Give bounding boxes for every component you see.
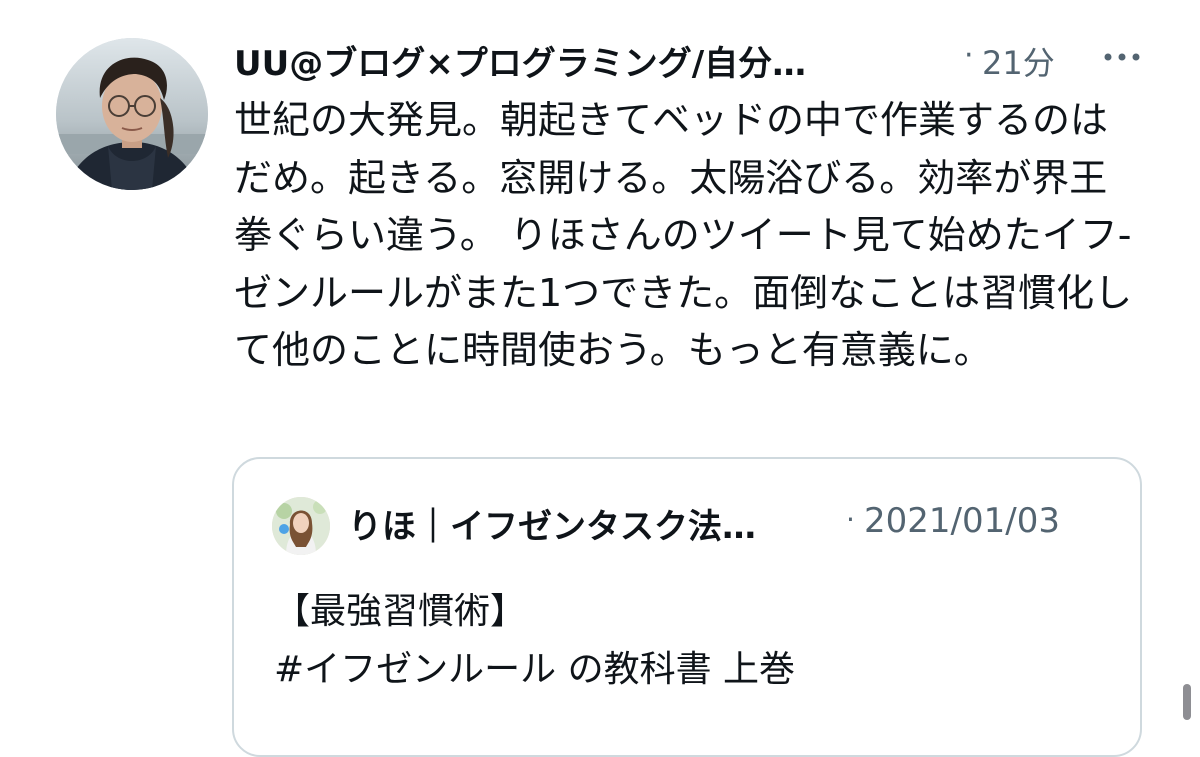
quoted-date[interactable]: 2021/01/03 <box>864 501 1060 541</box>
quoted-separator-dot: · <box>846 503 855 536</box>
scrollbar[interactable] <box>1183 684 1191 720</box>
quoted-avatar[interactable] <box>272 497 330 555</box>
tweet-text: 世紀の大発見。朝起きてベッドの中で作業するのはだめ。起きる。窓開ける。太陽浴びる… <box>234 98 1133 372</box>
tweet-header: UU@ブログ×プログラミング/自分… · 21分 <box>234 32 1154 88</box>
separator-dot: · <box>964 38 974 73</box>
quoted-text: 【最強習慣術】 #イフゼンルール の教科書 上巻 <box>274 583 795 699</box>
quoted-hashtag-line[interactable]: #イフゼンルール の教科書 上巻 <box>274 649 795 690</box>
avatar[interactable] <box>56 38 208 190</box>
quoted-author-name[interactable]: りほ｜イフゼンタスク法… <box>348 499 756 548</box>
quoted-text-line-1: 【最強習慣術】 <box>274 591 527 632</box>
quoted-tweet[interactable]: りほ｜イフゼンタスク法… · 2021/01/03 【最強習慣術】 #イフゼンル… <box>232 457 1142 757</box>
quoted-user-avatar-icon <box>272 497 330 555</box>
tweet[interactable]: UU@ブログ×プログラミング/自分… · 21分 世紀の大発見。朝起きてベッドの… <box>0 0 1200 757</box>
user-avatar-icon <box>56 38 208 190</box>
author-name[interactable]: UU@ブログ×プログラミング/自分… <box>234 36 806 85</box>
more-dots-icon[interactable] <box>1100 42 1144 72</box>
tweet-time[interactable]: 21分 <box>982 38 1055 84</box>
